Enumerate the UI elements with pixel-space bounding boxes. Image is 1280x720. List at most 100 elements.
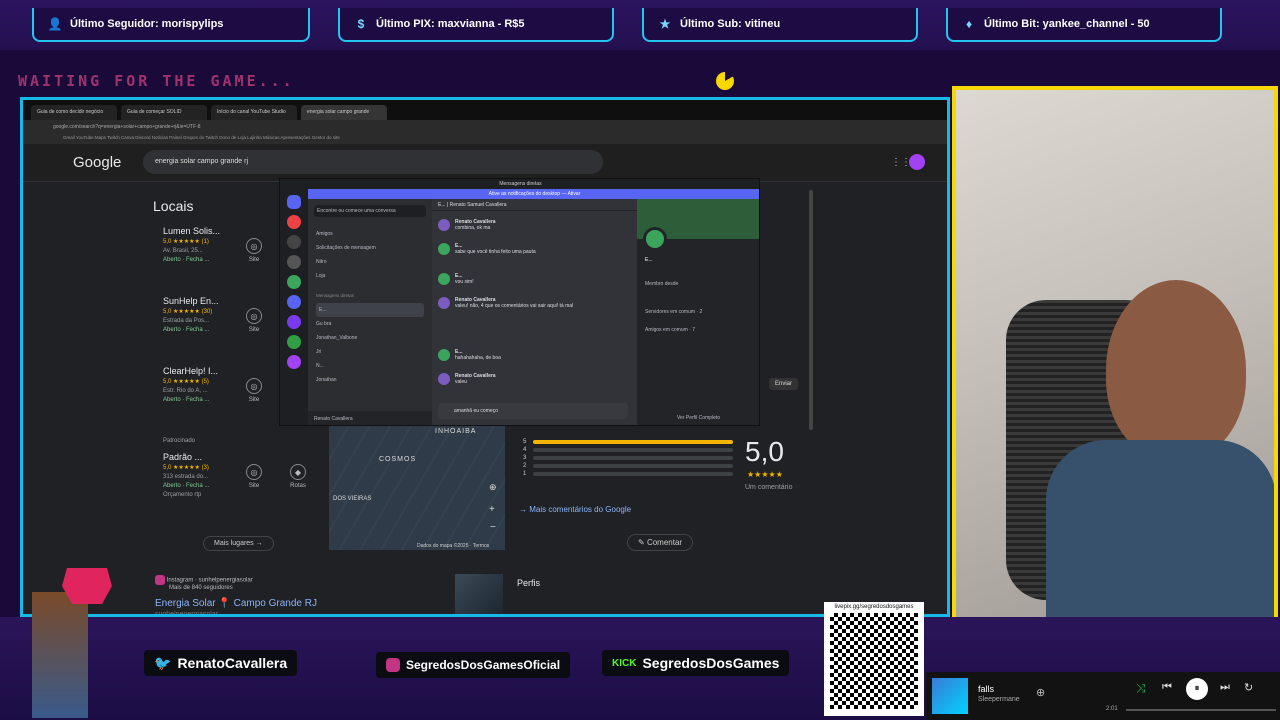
server-icon[interactable] [287, 335, 301, 349]
qr-code [830, 613, 918, 709]
avatar [438, 273, 450, 285]
place-address: 313 estrada do... [163, 474, 209, 480]
result-thumbnail[interactable] [455, 574, 503, 614]
qr-code-panel[interactable]: livepix.gg/segredosdosgames [824, 602, 924, 716]
alert-sub: ★ Último Sub: vitineu [642, 8, 918, 42]
full-profile-link[interactable]: Ver Perfil Completo [677, 415, 720, 421]
message: Renato Cavallera valeu! não, 4 que os com… [438, 297, 605, 309]
place-address: Av. Brasil, 25... [163, 248, 203, 254]
dm-item[interactable]: E... [316, 303, 424, 317]
nav-friends[interactable]: Amigos [316, 227, 424, 241]
browser-tab[interactable]: Início do canal YouTube Studio [211, 105, 297, 120]
chat-area: E... | Renato Samuel Cavallera Renato Ca… [432, 199, 637, 425]
server-icon[interactable] [287, 295, 301, 309]
dm-item[interactable]: Jonathan [316, 373, 424, 387]
server-icon[interactable] [287, 315, 301, 329]
next-icon[interactable]: ⏭ [1220, 681, 1230, 694]
browser-window: Guia de como decidir negócio Guia de com… [20, 97, 950, 617]
address-bar[interactable]: google.com/search?q=energia+solar+campo+… [23, 120, 947, 134]
user-panel[interactable]: Renato Cavallera [308, 411, 432, 425]
apps-icon[interactable]: ⋮⋮ [891, 157, 911, 168]
pause-button[interactable]: ⏸ [1186, 678, 1208, 700]
social-twitter[interactable]: 🐦 RenatoCavallera [144, 650, 298, 676]
diamond-icon: ♦ [965, 17, 973, 31]
rating-stars: ★★★★★ [747, 470, 783, 479]
site-button[interactable]: ◎ Site [239, 308, 269, 333]
rating-count[interactable]: Um comentário [745, 484, 792, 491]
discord-home-icon[interactable] [287, 195, 301, 209]
more-reviews-link[interactable]: → Mais comentários do Google [519, 505, 631, 514]
map-tiles [329, 426, 505, 550]
comment-button[interactable]: ✎ Comentar [627, 534, 694, 551]
server-icon[interactable] [287, 275, 301, 289]
result-title[interactable]: Energia Solar 📍 Campo Grande RJ [155, 598, 317, 609]
browser-tab-active[interactable]: energia solar campo grande [301, 105, 387, 120]
site-button[interactable]: ◎ Site [239, 378, 269, 403]
discord-window[interactable]: Mensagens diretas Ative as notificações … [279, 178, 760, 426]
place-name[interactable]: Lumen Solis... [163, 226, 273, 236]
map-view[interactable]: INHOAIBA COSMOS DOS VIEIRAS ⊕ + − Dados … [329, 426, 505, 550]
repeat-icon[interactable]: ↻ [1244, 681, 1253, 694]
bookmarks-bar[interactable]: Gmail YouTube Maps Twitch Canva Discord … [23, 134, 947, 144]
nav-nitro[interactable]: Nitro [316, 255, 424, 269]
previous-icon[interactable]: ⏮ [1162, 681, 1172, 694]
avatar[interactable] [909, 154, 925, 170]
instagram-icon [155, 575, 165, 585]
nav-shop[interactable]: Loja [316, 269, 424, 283]
mutual-friends[interactable]: Amigos em comum · 7 [645, 327, 695, 333]
notification-banner[interactable]: Ative as notificações do desktop — Ativa… [308, 189, 759, 199]
more-places-button[interactable]: Mais lugares → [203, 536, 274, 551]
mutual-servers[interactable]: Servidores em comum · 2 [645, 309, 702, 315]
progress-bar[interactable] [1126, 709, 1276, 711]
rating-bar [533, 472, 733, 476]
place-name[interactable]: Padrão ... [163, 452, 273, 462]
place-name[interactable]: SunHelp En... [163, 296, 273, 306]
avatar [438, 243, 450, 255]
routes-button[interactable]: ◆ Rotas [283, 464, 313, 489]
search-input[interactable]: energia solar campo grande rj [143, 150, 603, 174]
add-to-library-icon[interactable]: ⊕ [1036, 686, 1045, 699]
server-icon[interactable] [287, 235, 301, 249]
space-invader-icon [62, 568, 112, 604]
server-rail[interactable] [280, 189, 308, 425]
social-kick[interactable]: KICK SegredosDosGames [602, 650, 790, 676]
dm-item[interactable]: N... [316, 359, 424, 373]
dm-sidebar: Encontre ou comece uma conversa Amigos S… [308, 199, 432, 425]
locate-icon[interactable]: ⊕ [489, 482, 497, 493]
social-instagram[interactable]: SegredosDosGamesOficial [376, 652, 571, 678]
google-logo[interactable]: Google [73, 154, 121, 171]
server-icon[interactable] [287, 255, 301, 269]
browser-tab[interactable]: Guia de como decidir negócio [31, 105, 117, 120]
globe-icon: ◎ [246, 378, 262, 394]
profile-avatar [643, 227, 667, 251]
profile-panel: E... Membro desde Servidores em comum · … [637, 199, 759, 425]
instagram-result[interactable]: Instagram · sunhelpenergiasolar Mais de … [155, 575, 253, 591]
dm-item[interactable]: Jonathan_Valbone [316, 331, 424, 345]
shuffle-icon[interactable]: ⤨ [1136, 681, 1146, 696]
site-button[interactable]: ◎ Site [239, 238, 269, 263]
place-name[interactable]: ClearHelp! I... [163, 366, 273, 376]
server-icon[interactable] [287, 355, 301, 369]
message: Renato Cavallera combina, ok ma [438, 219, 496, 231]
globe-icon: ◎ [246, 308, 262, 324]
nav-requests[interactable]: Solicitações de mensagem [316, 241, 424, 255]
place-rating: 5,0 ★★★★★ (3) [163, 465, 209, 471]
site-button[interactable]: ◎ Site [239, 464, 269, 489]
discord-titlebar: Mensagens diretas [280, 179, 759, 189]
browser-tab[interactable]: Guia de começar SOLID [121, 105, 207, 120]
rating-bar [533, 448, 733, 452]
track-time: 2:01 [1106, 706, 1118, 712]
message-input[interactable]: amanhã eu começo [438, 403, 628, 419]
zoom-in-button[interactable]: + [489, 504, 495, 515]
place-status: Aberto · Fecha ... [163, 327, 210, 333]
server-icon[interactable] [287, 215, 301, 229]
dm-item[interactable]: Jri [316, 345, 424, 359]
zoom-out-button[interactable]: − [490, 522, 496, 533]
scrollbar[interactable] [809, 190, 813, 430]
send-button[interactable]: Enviar [769, 378, 799, 390]
globe-icon: ◎ [246, 238, 262, 254]
rating-bar [533, 464, 733, 468]
dollar-icon: $ [357, 17, 365, 31]
dm-search[interactable]: Encontre ou comece uma conversa [314, 205, 426, 217]
dm-item[interactable]: Gu bra [316, 317, 424, 331]
